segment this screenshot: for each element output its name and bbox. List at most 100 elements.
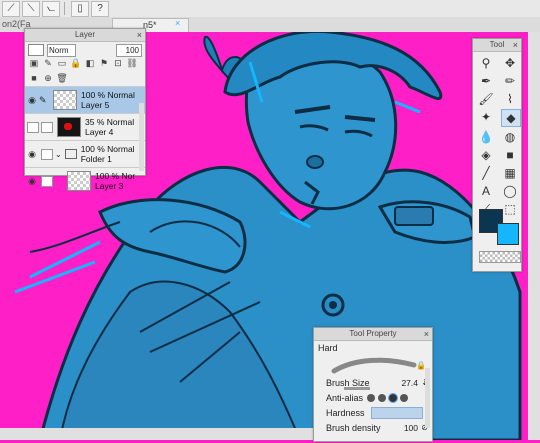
anti-alias-strong-icon[interactable] <box>400 393 409 402</box>
layer-mask-icon[interactable]: ■ <box>28 73 40 84</box>
tool-panel-title-text: Tool <box>489 40 505 49</box>
brush-size-value[interactable]: 27.4 <box>401 378 418 388</box>
close-icon[interactable]: × <box>513 39 518 51</box>
brush-density-row[interactable]: Brush density 100 ⊘ <box>314 420 432 435</box>
reference-icon[interactable]: ⚑ <box>98 58 110 69</box>
polyline-tool-icon[interactable]: ⦦ <box>42 0 60 17</box>
toolbar-divider <box>64 2 65 15</box>
folder-icon <box>64 149 77 159</box>
canvas-right-scroll-gutter[interactable] <box>528 32 540 440</box>
layer-panel-title-text: Layer <box>74 30 95 39</box>
lock-checkbox[interactable] <box>41 148 53 160</box>
help-icon[interactable]: ? <box>91 0 109 17</box>
balloon-icon[interactable]: ◯ <box>501 183 519 199</box>
close-icon[interactable]: × <box>424 328 429 340</box>
brush-preview: 🔒 <box>314 355 432 375</box>
layer-panel-title[interactable]: Layer × <box>25 29 145 42</box>
tool-panel-title[interactable]: Tool × <box>473 39 521 52</box>
layer-opacity-mode: 100 % Normal <box>81 90 135 100</box>
brush-density-label: Brush density <box>326 422 381 433</box>
merge-icon[interactable]: ⊕ <box>42 73 54 84</box>
blend-icon[interactable]: 💧 <box>477 129 495 145</box>
anti-alias-none-icon[interactable] <box>367 393 376 402</box>
hardness-row[interactable]: Hardness <box>314 405 432 420</box>
pencil-icon[interactable]: ✏ <box>501 73 519 89</box>
link-icon[interactable]: ⛓ <box>126 58 138 69</box>
hardness-label: Hardness <box>326 407 365 418</box>
layer-name: Layer 5 <box>81 100 110 110</box>
layer-thumbnail <box>53 90 77 110</box>
airbrush-icon[interactable]: ⌇ <box>501 91 519 107</box>
lock-icon[interactable]: 🔒 <box>70 58 82 69</box>
eye-icon[interactable]: ◉ <box>25 176 39 187</box>
curve-tool-icon[interactable]: ⟍ <box>22 0 40 17</box>
layer-opacity-mode: 100 % Normal <box>80 144 135 154</box>
tool-property-panel: Tool Property × Hard 🔒 Brush Size 27.4 ⇣… <box>313 327 433 442</box>
delete-layer-icon[interactable]: 🗑 <box>56 73 68 84</box>
anti-alias-options[interactable] <box>367 392 409 403</box>
chevron-down-icon[interactable]: ⌄ <box>55 150 62 159</box>
mask-icon[interactable]: ◧ <box>84 58 96 69</box>
lock-checkbox[interactable] <box>41 121 53 133</box>
shape-icon[interactable]: ■ <box>501 147 519 163</box>
brush-stroke-preview <box>331 357 417 374</box>
hardness-slider[interactable] <box>370 406 423 419</box>
tool-property-title[interactable]: Tool Property × <box>314 328 432 341</box>
layer-row-layer-4[interactable]: 35 % Normal Layer 4 <box>25 113 145 140</box>
fill-icon[interactable]: ◍ <box>501 129 519 145</box>
lock-checkbox[interactable] <box>41 175 53 187</box>
eye-icon[interactable]: ◉ <box>25 149 39 160</box>
tool-property-scrollbar[interactable] <box>425 368 430 428</box>
layer-row-layer-3[interactable]: ◉ 100 % Nor Layer 3 <box>25 167 145 194</box>
sparkle-icon[interactable]: ✦ <box>477 109 495 125</box>
anti-alias-medium-icon[interactable] <box>388 392 399 403</box>
pen-icon[interactable]: ✒ <box>477 73 495 89</box>
tool-grid: ⚲ ✥ ✒ ✏ 🖌 ⌇ ✦ ◆ 💧 ◍ ◈ ■ ╱ ▦ A ◯ ⟋ ⬚ <box>473 52 521 217</box>
close-icon[interactable]: × <box>137 29 142 41</box>
brush-size-row[interactable]: Brush Size 27.4 ⇣ <box>314 375 432 390</box>
layer-opacity-mode: 100 % Nor <box>95 171 136 181</box>
blend-mode-select[interactable]: Norm <box>47 43 76 57</box>
clip-icon[interactable]: ⊡ <box>112 58 124 69</box>
new-folder-icon[interactable]: ▭ <box>56 58 68 69</box>
layer-scrollbar[interactable] <box>139 103 144 171</box>
layer-panel: Layer × Norm 100 ▣ ✎ ▭ 🔒 ◧ ⚑ ⊡ ⛓ ■ ⊕ 🗑 ◉… <box>24 28 146 191</box>
line-tool-icon[interactable]: ⟋ <box>2 0 20 17</box>
text-icon[interactable]: A <box>477 183 495 199</box>
tool-panel: Tool × ⚲ ✥ ✒ ✏ 🖌 ⌇ ✦ ◆ 💧 ◍ ◈ ■ ╱ ▦ A ◯ ⟋… <box>472 38 522 272</box>
eye-icon[interactable]: ◉ <box>25 95 39 106</box>
layer-name: Folder 1 <box>80 154 112 164</box>
new-vector-layer-icon[interactable]: ✎ <box>42 58 54 69</box>
layer-name: Layer 3 <box>95 181 124 191</box>
zoom-icon[interactable]: ⚲ <box>477 55 495 71</box>
new-raster-layer-icon[interactable]: ▣ <box>28 58 40 69</box>
layer-thumbnail <box>57 117 81 137</box>
gradient-icon[interactable]: ◈ <box>477 147 495 163</box>
layer-opacity-mode: 35 % Normal <box>85 117 135 127</box>
layer-toolbar: ▣ ✎ ▭ 🔒 ◧ ⚑ ⊡ ⛓ ■ ⊕ 🗑 <box>25 58 145 86</box>
eraser-icon[interactable]: ◆ <box>501 109 521 127</box>
brush-icon[interactable]: 🖌 <box>477 91 495 107</box>
pen-icon: ✎ <box>39 94 47 105</box>
top-toolbar: ⟋ ⟍ ⦦ ▯ ? <box>0 0 540 18</box>
layer-opacity-input[interactable]: 100 <box>116 43 142 57</box>
layer-row-folder-1[interactable]: ◉ ⌄ 100 % Normal Folder 1 <box>25 140 145 167</box>
canvas-bottom-scroll-gutter[interactable] <box>0 428 313 440</box>
brush-density-value[interactable]: 100 <box>404 423 418 433</box>
layer-thumbnail <box>67 171 91 191</box>
transparent-color-swatch[interactable] <box>479 251 521 263</box>
layer-color-swatch[interactable] <box>28 44 44 56</box>
anti-alias-row[interactable]: Anti-alias <box>314 390 432 405</box>
document-icon[interactable]: ▯ <box>71 0 89 17</box>
anti-alias-weak-icon[interactable] <box>378 393 387 402</box>
close-tab-icon[interactable]: × <box>175 18 180 28</box>
layer-name: Layer 4 <box>85 127 114 137</box>
visibility-checkbox[interactable] <box>27 121 39 133</box>
sub-color-swatch[interactable] <box>497 223 519 245</box>
line-icon[interactable]: ╱ <box>477 165 495 181</box>
select-icon[interactable]: ⬚ <box>501 201 519 217</box>
move-icon[interactable]: ✥ <box>501 55 519 71</box>
layer-row-layer-5[interactable]: ◉ ✎ 100 % Normal Layer 5 <box>25 86 145 113</box>
frame-icon[interactable]: ▦ <box>501 165 519 181</box>
tool-property-title-text: Tool Property <box>349 329 397 338</box>
